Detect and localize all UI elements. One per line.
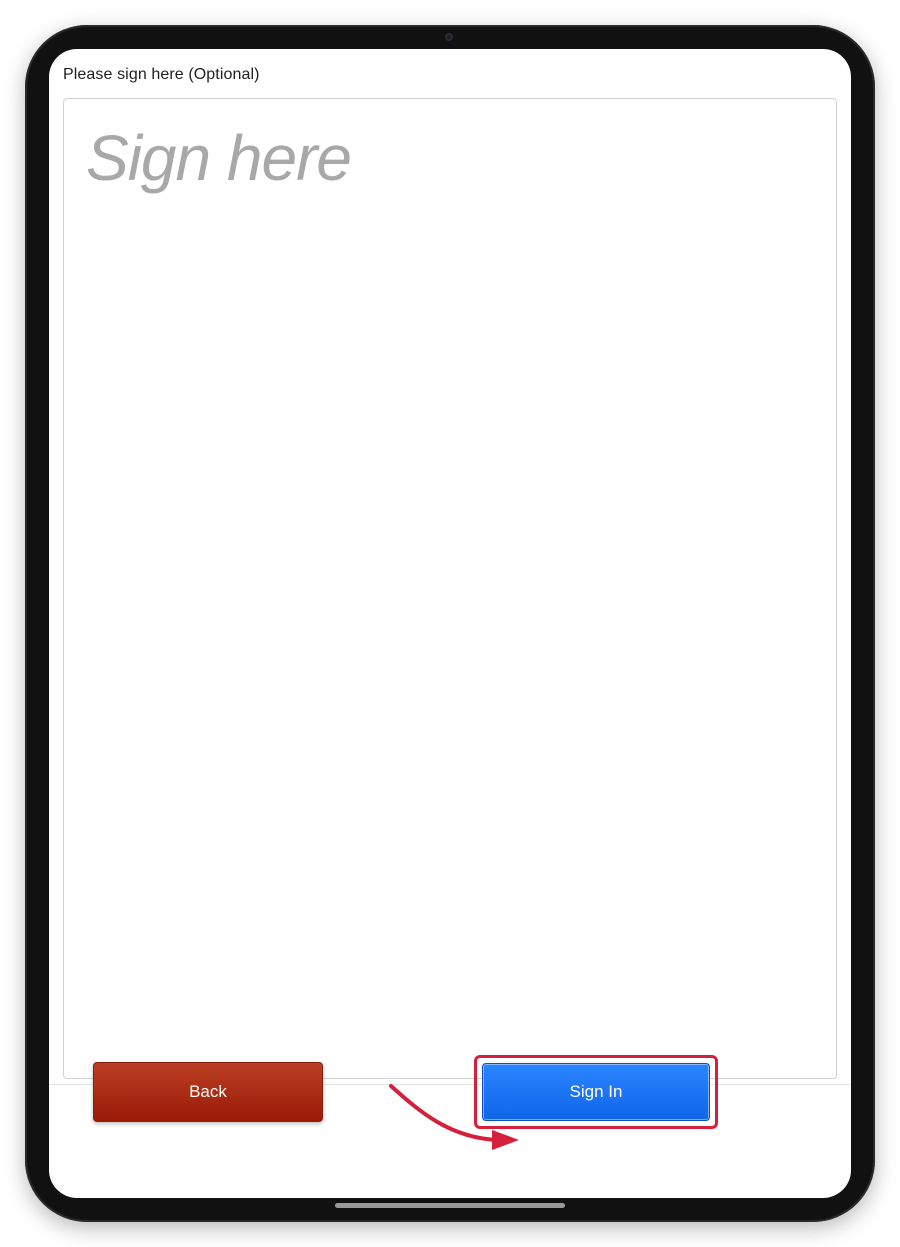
tablet-device-frame: Please sign here (Optional) Sign here xyxy=(25,25,875,1222)
back-button[interactable]: Back xyxy=(93,1062,323,1122)
signature-placeholder: Sign here xyxy=(86,122,352,194)
front-camera xyxy=(445,33,453,41)
home-indicator xyxy=(335,1203,565,1208)
app-screen: Please sign here (Optional) Sign here xyxy=(49,49,851,1198)
sign-in-button[interactable]: Sign In xyxy=(482,1063,710,1121)
signature-label: Please sign here (Optional) xyxy=(63,66,260,83)
signature-pad[interactable]: Sign here xyxy=(63,98,837,1079)
